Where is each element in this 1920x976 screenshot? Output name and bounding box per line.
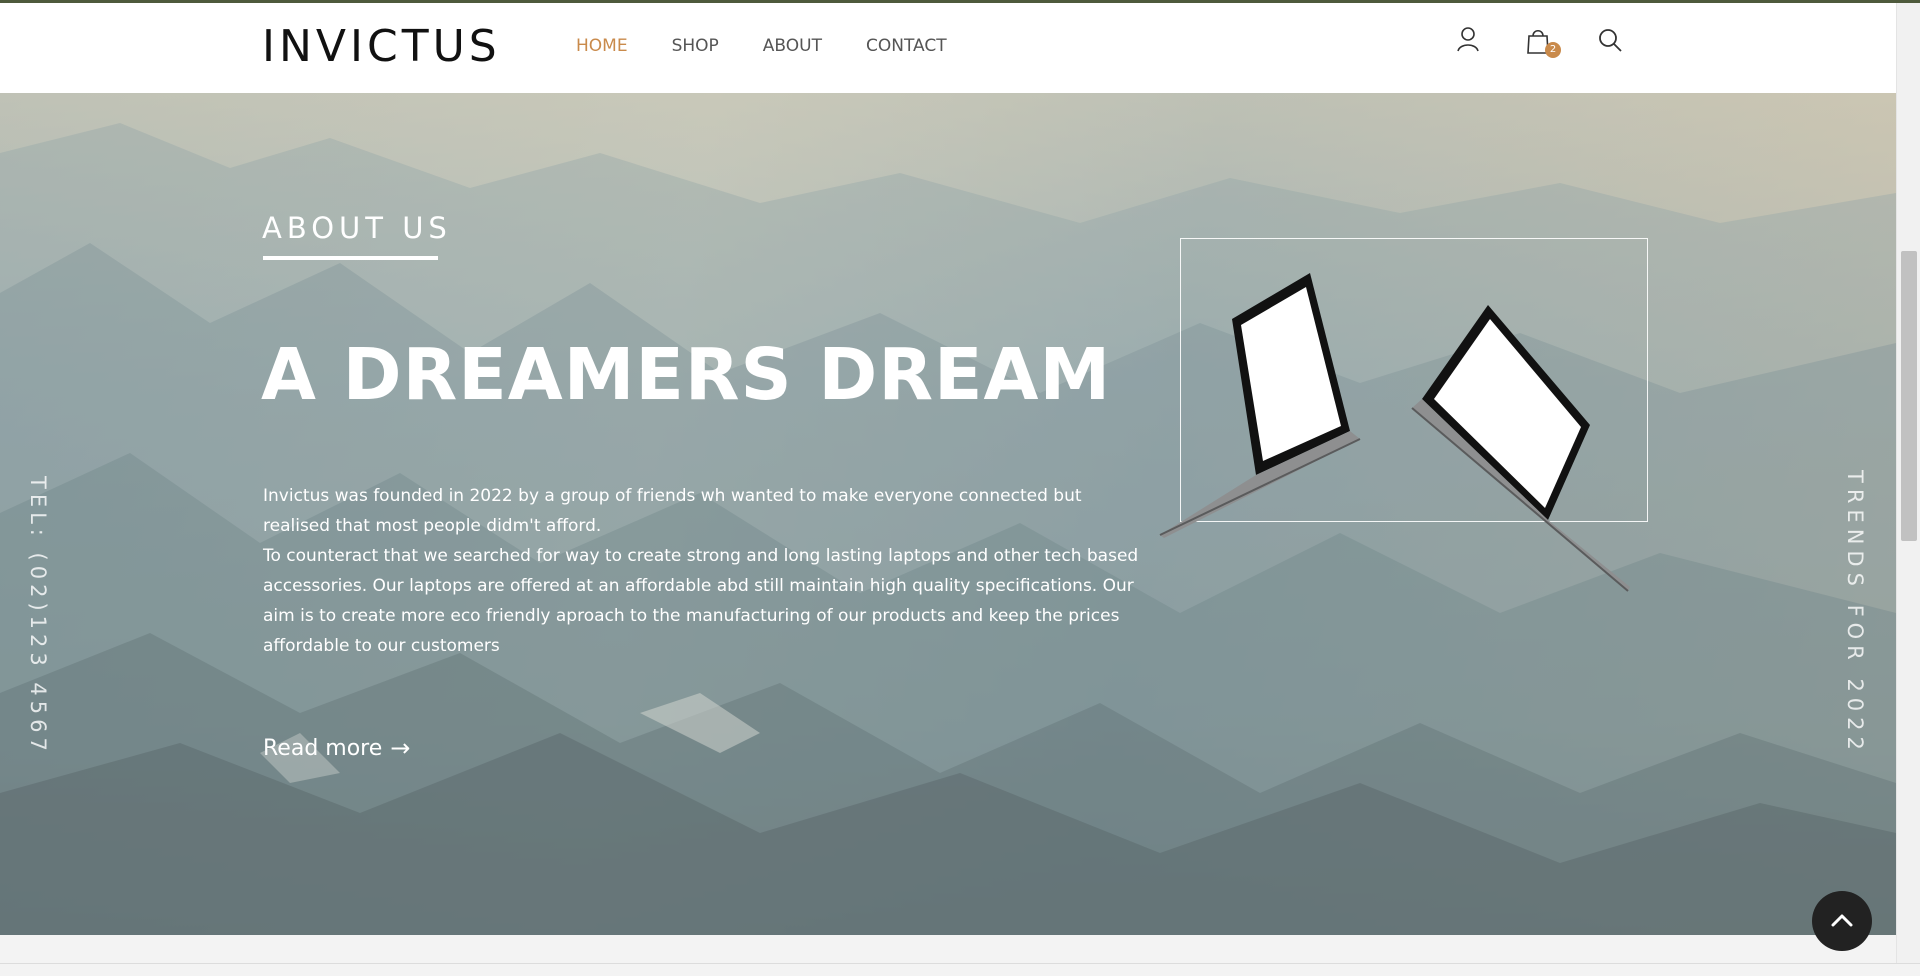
user-icon[interactable] — [1453, 25, 1483, 57]
nav-about[interactable]: ABOUT — [763, 36, 822, 56]
site-header: INVICTUS HOME SHOP ABOUT CONTACT 2 — [0, 3, 1896, 93]
scrollbar-thumb[interactable] — [1901, 251, 1917, 541]
search-icon[interactable] — [1595, 25, 1625, 57]
description-paragraph-1: Invictus was founded in 2022 by a group … — [263, 486, 1082, 536]
vertical-scrollbar[interactable] — [1896, 3, 1920, 963]
description-paragraph-2: To counteract that we searched for way t… — [263, 546, 1139, 656]
nav-home[interactable]: HOME — [576, 36, 628, 56]
hero-title: A DREAMERS DREAM — [261, 333, 1112, 416]
main-nav: HOME SHOP ABOUT CONTACT — [576, 36, 991, 56]
chevron-up-icon — [1831, 914, 1853, 927]
logo[interactable]: INVICTUS — [262, 21, 501, 72]
window-bottom-edge — [0, 963, 1920, 976]
section-label: ABOUT US — [262, 211, 452, 245]
side-phone-text: TEL: (02)123 4567 — [26, 476, 50, 756]
hero-section: TEL: (02)123 4567 TRENDS FOR 2022 ABOUT … — [0, 93, 1896, 935]
scroll-to-top-button[interactable] — [1812, 891, 1872, 951]
read-more-link[interactable]: Read more → — [263, 734, 410, 762]
nav-shop[interactable]: SHOP — [672, 36, 719, 56]
laptops-image — [1159, 273, 1630, 592]
page-bottom-strip — [0, 935, 1896, 963]
section-underline — [263, 256, 438, 260]
cart-count-badge: 2 — [1545, 42, 1561, 58]
read-more-label: Read more — [263, 735, 383, 761]
nav-contact[interactable]: CONTACT — [866, 36, 947, 56]
hero-description: Invictus was founded in 2022 by a group … — [263, 481, 1143, 661]
arrow-right-icon: → — [390, 734, 411, 762]
side-trends-text: TRENDS FOR 2022 — [1843, 470, 1867, 756]
